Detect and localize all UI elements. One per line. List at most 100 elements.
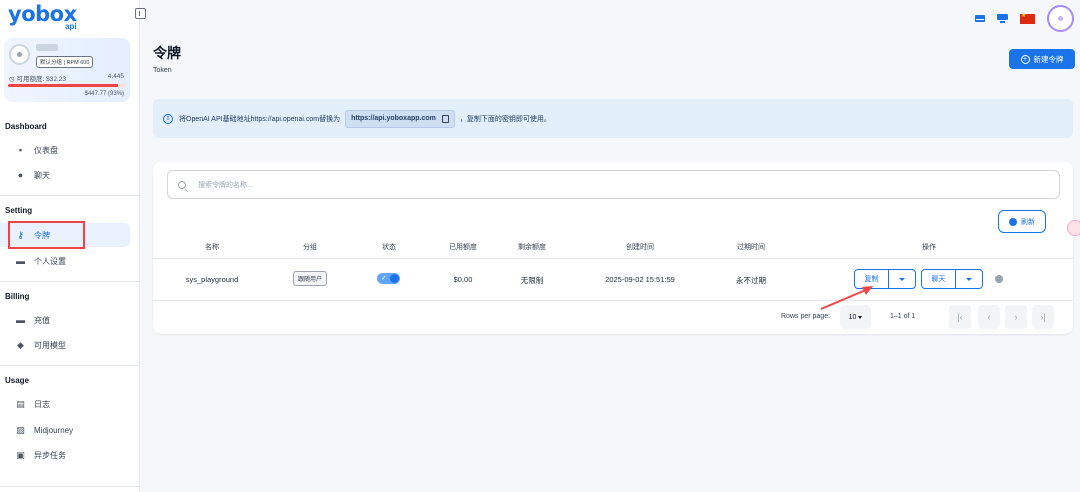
delete-icon[interactable] <box>995 275 1003 283</box>
column-header-status: 状态 <box>382 244 396 251</box>
wallet-icon: ▬ <box>16 315 25 325</box>
nav-section-billing: Billing <box>5 292 30 301</box>
brand-sub: api <box>65 22 77 31</box>
sidebar-item-chat[interactable]: ● 聊天 <box>0 163 130 187</box>
next-page-icon[interactable]: › <box>1005 305 1027 329</box>
annotation-highlight-box <box>8 221 85 249</box>
dashboard-icon: ▪ <box>18 145 23 155</box>
search-input[interactable]: 搜索令牌的名称... <box>167 170 1060 199</box>
api-url: https://api.yoboxapp.com <box>351 115 436 122</box>
nav-section-usage: Usage <box>5 376 30 385</box>
plus-icon: + <box>1020 54 1030 64</box>
copy-icon[interactable] <box>441 114 449 123</box>
quota-label-text: 可用额度: $32.23 <box>16 76 66 83</box>
nav-divider <box>0 365 140 366</box>
chat-button[interactable]: 聊天 <box>922 270 956 288</box>
notice-text-after: ，复制下面的密钥即可使用。 <box>459 115 551 123</box>
monitor-icon[interactable] <box>997 14 1008 23</box>
user-group-badge: 默认分组 | RPM 600 <box>36 56 94 68</box>
token-created: 2025-09-02 15:51:59 <box>605 275 675 284</box>
user-avatar-menu[interactable] <box>1047 5 1074 32</box>
sidebar-item-midjourney[interactable]: ▨ Midjourney <box>0 418 130 442</box>
sidebar-item-label: 仪表盘 <box>34 145 58 155</box>
cube-icon: ◆ <box>17 339 24 350</box>
nav-section-setting: Setting <box>5 206 33 215</box>
token-used: $0.00 <box>453 275 473 284</box>
page-subtitle: Token <box>153 67 172 74</box>
mail-icon[interactable] <box>975 15 985 22</box>
copy-dropdown-chevron-icon[interactable] <box>889 270 915 288</box>
profile-icon: ▬ <box>16 256 25 266</box>
column-header-group: 分组 <box>303 244 317 251</box>
sidebar-item-label: 异步任务 <box>34 450 66 460</box>
new-token-label: 新建令牌 <box>1033 54 1064 64</box>
sidebar-item-label: 日志 <box>34 399 50 409</box>
quota-label: ◷ 可用额度: $32.23 <box>9 73 66 83</box>
table-divider <box>153 300 1073 301</box>
image-icon: ▨ <box>16 424 25 435</box>
page-title: 令牌 <box>153 45 181 61</box>
rows-per-page-label: Rows per page: <box>781 313 831 320</box>
token-name: sys_playground <box>185 275 239 284</box>
new-token-button[interactable]: + 新建令牌 <box>1009 49 1075 69</box>
brand-logo[interactable]: yobox api <box>8 2 77 31</box>
nav-divider <box>0 281 140 282</box>
table-row: sys_playground 跟随用户 $0.00 无限制 2025-09-02… <box>153 260 1073 298</box>
chat-dropdown-chevron-icon[interactable] <box>956 270 982 288</box>
search-icon <box>178 180 186 189</box>
quota-total: $447.77 (93%) <box>84 91 124 97</box>
user-card: 默认分组 | RPM 600 ◷ 可用额度: $32.23 4,445 $447… <box>4 38 130 102</box>
sidebar-item-label: 充值 <box>34 315 50 325</box>
user-avatar[interactable] <box>9 44 30 65</box>
notice-text-before: 将OpenAI API基础地址https://api.openai.com替换为 <box>179 115 341 123</box>
nav-section-dashboard: Dashboard <box>5 122 47 131</box>
sidebar-item-label: 个人设置 <box>34 256 66 266</box>
nav-divider <box>0 195 140 196</box>
nav-divider <box>0 486 140 487</box>
sidebar-collapse-icon[interactable] <box>135 8 146 19</box>
floating-assistant-icon[interactable] <box>1067 220 1080 236</box>
pagination: Rows per page: 10 1–1 of 1 |‹ ‹ › ›| <box>153 302 1073 332</box>
chat-split-button: 聊天 <box>921 269 983 289</box>
quota-progress-fill <box>8 84 118 87</box>
info-icon: i <box>163 113 173 124</box>
prev-page-icon[interactable]: ‹ <box>978 305 1000 329</box>
sidebar-item-models[interactable]: ◆ 可用模型 <box>0 333 130 357</box>
first-page-icon[interactable]: |‹ <box>949 305 971 329</box>
column-header-remaining: 剩余额度 <box>518 244 546 251</box>
chat-icon: ● <box>17 170 24 180</box>
sidebar-item-topup[interactable]: ▬ 充值 <box>0 308 130 332</box>
search-placeholder: 搜索令牌的名称... <box>198 181 253 189</box>
quota-progress-bar <box>8 84 126 87</box>
refresh-label: 刷新 <box>1021 218 1035 226</box>
sidebar-item-logs[interactable]: ▤ 日志 <box>0 392 130 416</box>
table-divider <box>153 258 1073 259</box>
top-bar-icons <box>975 5 1074 32</box>
table-header: 名称 分组 状态 已用额度 剩余额度 创建时间 过期时间 操作 <box>153 238 1073 256</box>
sidebar-item-label: 可用模型 <box>34 340 66 350</box>
refresh-icon <box>1009 217 1017 226</box>
column-header-name: 名称 <box>205 244 219 251</box>
language-flag-icon[interactable] <box>1020 12 1035 24</box>
quota-count: 4,445 <box>107 73 124 80</box>
column-header-actions: 操作 <box>922 244 936 251</box>
column-header-used: 已用额度 <box>449 244 477 251</box>
pagination-range: 1–1 of 1 <box>890 313 916 320</box>
api-url-chip[interactable]: https://api.yoboxapp.com <box>345 109 455 128</box>
log-icon: ▤ <box>16 398 25 409</box>
tokens-panel: 搜索令牌的名称... 刷新 名称 分组 状态 已用额度 剩余额度 创建时间 过期… <box>153 162 1073 334</box>
task-icon: ▣ <box>16 449 25 460</box>
sidebar-item-dashboard[interactable]: ▪ 仪表盘 <box>0 138 130 162</box>
column-header-created: 创建时间 <box>626 244 654 251</box>
token-group-tag: 跟随用户 <box>292 271 328 286</box>
token-status-toggle[interactable] <box>377 273 400 284</box>
last-page-icon[interactable]: ›| <box>1032 305 1054 329</box>
refresh-button[interactable]: 刷新 <box>998 210 1046 233</box>
token-expires: 永不过期 <box>736 276 766 285</box>
sidebar-item-profile[interactable]: ▬ 个人设置 <box>0 249 130 273</box>
sidebar-item-tasks[interactable]: ▣ 异步任务 <box>0 443 130 467</box>
annotation-arrow <box>820 286 873 310</box>
api-base-notice: i 将OpenAI API基础地址https://api.openai.com替… <box>153 99 1073 138</box>
column-header-expires: 过期时间 <box>737 244 765 251</box>
user-name-redacted <box>36 44 58 51</box>
